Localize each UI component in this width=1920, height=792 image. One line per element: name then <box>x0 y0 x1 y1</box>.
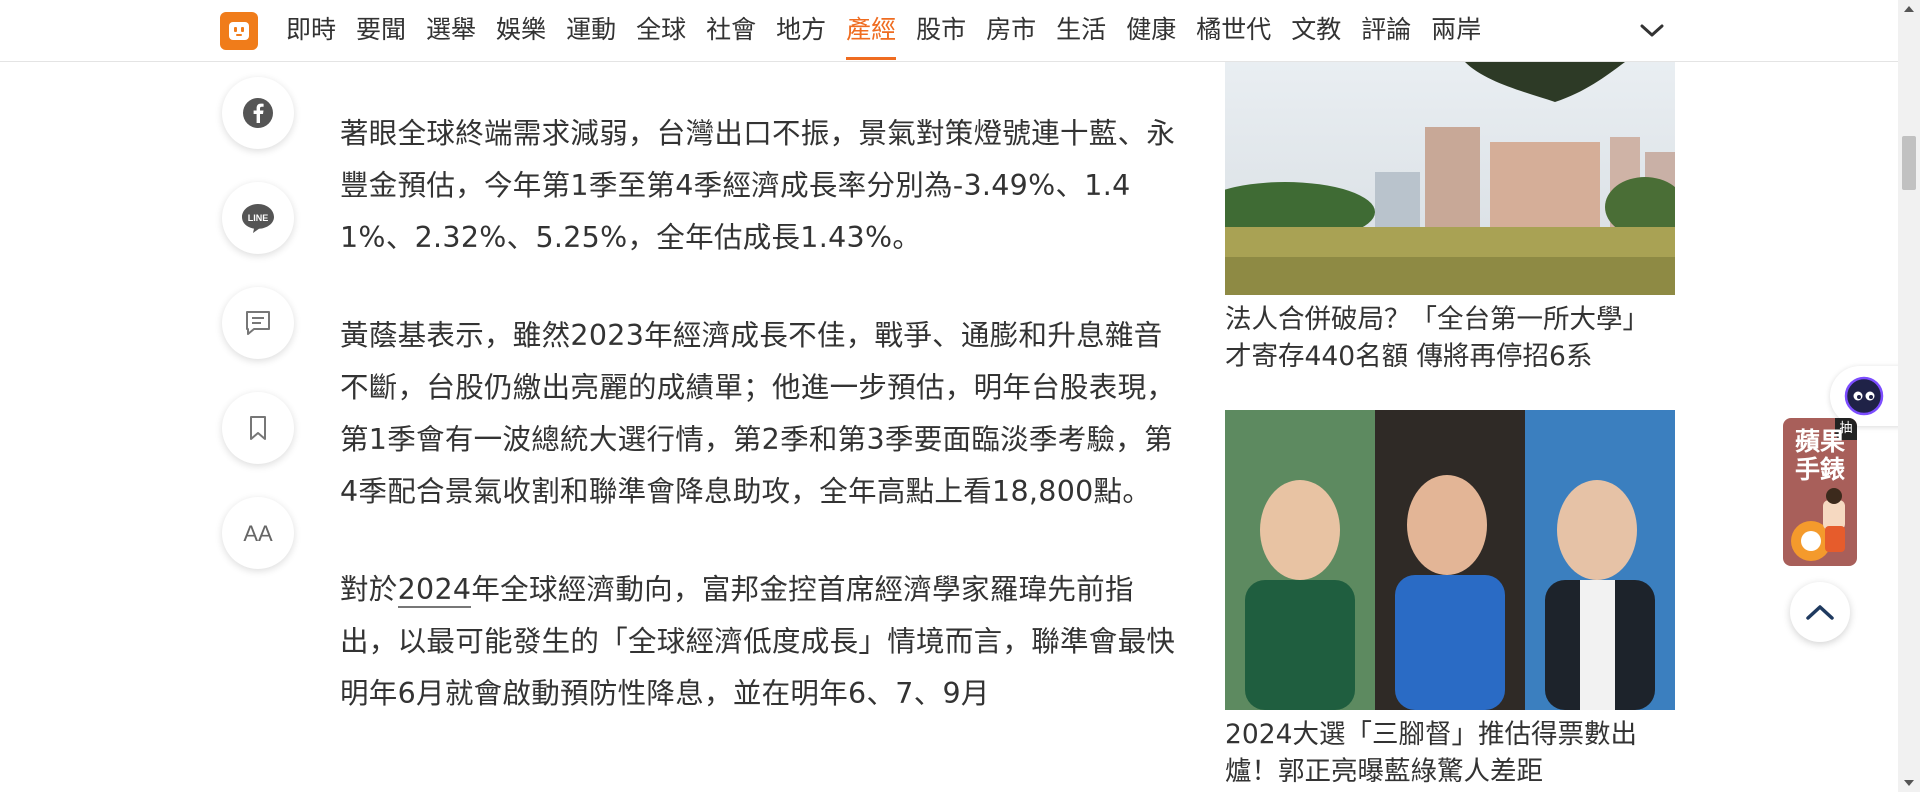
bookmark-icon <box>250 416 266 440</box>
nav-item-business[interactable]: 產經 <box>836 0 906 62</box>
font-size-icon-label: AA <box>243 521 273 546</box>
article-paragraph-3: 對於2024年全球經濟動向，富邦金控首席經濟學家羅瑋先前指出，以最可能發生的「全… <box>340 564 1180 720</box>
related-news-thumbnail-2 <box>1225 410 1675 710</box>
promo-title: 蘋果 手錶 <box>1783 428 1857 484</box>
chevron-up-icon <box>1806 605 1834 620</box>
nav-item-sports[interactable]: 運動 <box>556 0 626 62</box>
nav-item-health[interactable]: 健康 <box>1116 0 1186 62</box>
promo-title-line-2: 手錶 <box>1794 455 1845 484</box>
nav-item-opinion[interactable]: 評論 <box>1351 0 1421 62</box>
facebook-icon <box>243 98 273 128</box>
logo-icon <box>229 22 249 40</box>
line-icon: LINE <box>242 204 274 233</box>
caret-up-icon <box>1904 6 1914 12</box>
page-scrollbar[interactable] <box>1898 0 1920 792</box>
article-paragraph-1: 著眼全球終端需求減弱，台灣出口不振，景氣對策燈號連十藍、永豐金預估，今年第1季至… <box>340 117 1176 254</box>
line-icon-label: LINE <box>248 213 269 223</box>
related-news-card-2[interactable]: 2024大選「三腳督」推估得票數出爐！郭正亮曝藍綠驚人差距 <box>1225 410 1675 790</box>
related-news-card-1[interactable]: 法人合併破局？「全台第一所大學」才寄存440名額 傳將再停招6系 <box>1225 62 1675 375</box>
related-news-title-2[interactable]: 2024大選「三腳督」推估得票數出爐！郭正亮曝藍綠驚人差距 <box>1225 716 1675 790</box>
nav-item-entertainment[interactable]: 娛樂 <box>486 0 556 62</box>
line-share-button[interactable]: LINE <box>222 182 294 254</box>
chevron-down-icon <box>1640 24 1664 37</box>
nav-item-education[interactable]: 文教 <box>1281 0 1351 62</box>
nav-item-global[interactable]: 全球 <box>626 0 696 62</box>
font-size-icon: AA <box>243 521 273 546</box>
scroll-up-arrow[interactable] <box>1898 0 1920 18</box>
nav-item-election[interactable]: 選舉 <box>416 0 486 62</box>
apple-watch-promo-banner[interactable]: 抽 蘋果 手錶 <box>1783 418 1857 566</box>
nav-more-button[interactable] <box>1634 14 1670 48</box>
paragraph-3-text-before: 對於 <box>340 573 398 606</box>
chatbot-icon <box>1844 376 1884 416</box>
nav-item-orange-generation[interactable]: 橘世代 <box>1186 0 1281 62</box>
related-news-thumbnail-1 <box>1225 62 1675 295</box>
nav-item-instant[interactable]: 即時 <box>276 0 346 62</box>
promo-illustration <box>1791 488 1845 561</box>
facebook-share-button[interactable] <box>222 77 294 149</box>
top-navigation-bar: 即時 要聞 選舉 娛樂 運動 全球 社會 地方 產經 股市 房市 生活 健康 橘… <box>0 0 1920 62</box>
nav-item-society[interactable]: 社會 <box>696 0 766 62</box>
nav-item-property[interactable]: 房市 <box>976 0 1046 62</box>
back-to-top-button[interactable] <box>1790 582 1850 642</box>
promo-title-line-1: 蘋果 <box>1794 427 1845 456</box>
category-nav: 即時 要聞 選舉 娛樂 運動 全球 社會 地方 產經 股市 房市 生活 健康 橘… <box>276 0 1491 62</box>
nav-item-cross-strait[interactable]: 兩岸 <box>1421 0 1491 62</box>
keyword-link-2024[interactable]: 2024 <box>397 573 472 608</box>
caret-down-icon <box>1904 780 1914 786</box>
bookmark-button[interactable] <box>222 392 294 464</box>
scroll-down-arrow[interactable] <box>1898 774 1920 792</box>
comment-icon <box>246 311 270 335</box>
related-news-title-1[interactable]: 法人合併破局？「全台第一所大學」才寄存440名額 傳將再停招6系 <box>1225 301 1675 375</box>
nav-item-headlines[interactable]: 要聞 <box>346 0 416 62</box>
nav-item-life[interactable]: 生活 <box>1046 0 1116 62</box>
site-logo[interactable] <box>220 12 258 50</box>
font-size-button[interactable]: AA <box>222 497 294 569</box>
article-paragraph-2: 黃蔭基表示，雖然2023年經濟成長不佳，戰爭、通膨和升息雜音不斷，台股仍繳出亮麗… <box>340 319 1176 508</box>
article-body: 著眼全球終端需求減弱，台灣出口不振，景氣對策燈號連十藍、永豐金預估，今年第1季至… <box>340 108 1180 766</box>
nav-item-stocks[interactable]: 股市 <box>906 0 976 62</box>
candidates-photo <box>1225 410 1675 710</box>
nav-item-local[interactable]: 地方 <box>766 0 836 62</box>
scrollbar-thumb[interactable] <box>1902 136 1916 190</box>
campus-field-photo <box>1225 62 1675 295</box>
comment-button[interactable] <box>222 287 294 359</box>
